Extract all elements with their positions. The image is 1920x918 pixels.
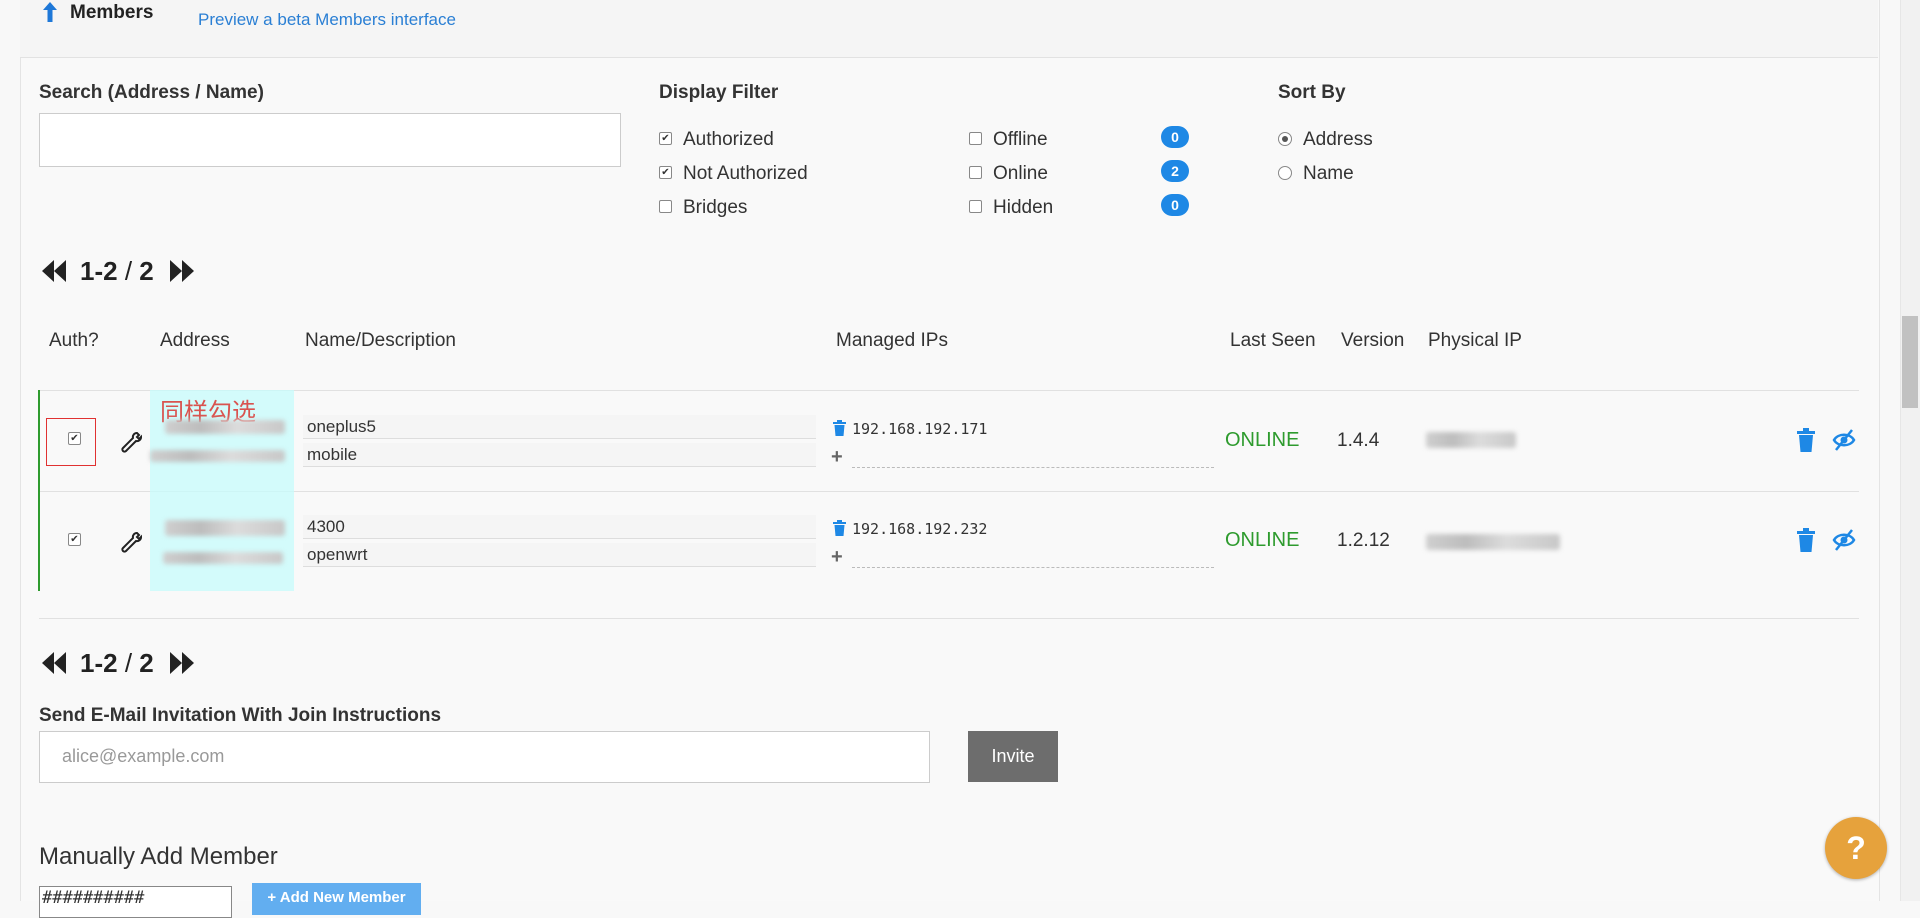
- address-redacted: [163, 552, 283, 564]
- managed-ip: 192.168.192.171: [852, 420, 988, 438]
- filter-hidden-checkbox[interactable]: [969, 200, 982, 213]
- trash-icon[interactable]: [833, 520, 846, 536]
- th-address: Address: [160, 330, 230, 351]
- filter-online-checkbox[interactable]: [969, 166, 982, 179]
- address-redacted: [165, 420, 285, 434]
- beta-interface-link[interactable]: Preview a beta Members interface: [198, 10, 456, 30]
- sort-name-label: Name: [1303, 163, 1354, 184]
- filter-online-label: Online: [993, 163, 1048, 184]
- table-divider: [39, 618, 1859, 619]
- add-ip-input[interactable]: [852, 443, 1214, 468]
- plus-icon[interactable]: +: [831, 546, 843, 569]
- pager-last-icon[interactable]: [168, 650, 196, 676]
- hidden-count-badge: 0: [1161, 194, 1189, 216]
- address-redacted: [150, 450, 285, 462]
- pager-range: 1-2: [80, 648, 118, 678]
- add-member-button[interactable]: + Add New Member: [252, 883, 421, 915]
- online-count-badge: 2: [1161, 160, 1189, 182]
- wrench-icon[interactable]: [118, 530, 142, 554]
- pager-total: 2: [139, 256, 154, 286]
- help-button[interactable]: ?: [1825, 817, 1887, 879]
- pager-range: 1-2: [80, 256, 118, 286]
- filter-bridges-checkbox[interactable]: [659, 200, 672, 213]
- hide-member-icon[interactable]: [1832, 428, 1856, 452]
- invite-email-input[interactable]: alice@example.com: [39, 731, 930, 783]
- member-auth-checkbox[interactable]: ✔: [68, 432, 81, 445]
- filter-not-authorized-label: Not Authorized: [683, 163, 808, 184]
- sort-address-radio[interactable]: [1278, 132, 1292, 146]
- display-filter-label: Display Filter: [659, 82, 779, 103]
- wrench-icon[interactable]: [118, 430, 142, 454]
- manual-add-title: Manually Add Member: [39, 843, 278, 870]
- filter-bridges-label: Bridges: [683, 197, 748, 218]
- scrollbar-track[interactable]: [1900, 0, 1920, 901]
- delete-member-icon[interactable]: [1797, 428, 1815, 452]
- arrow-up-icon[interactable]: [40, 0, 60, 24]
- table-divider: [39, 390, 1859, 391]
- th-auth: Auth?: [49, 330, 99, 351]
- member-version: 1.2.12: [1337, 530, 1390, 551]
- trash-icon[interactable]: [833, 420, 846, 436]
- th-managed-ips: Managed IPs: [836, 330, 948, 351]
- add-ip-input[interactable]: [852, 543, 1214, 568]
- member-version: 1.4.4: [1337, 430, 1380, 451]
- search-label: Search (Address / Name): [39, 82, 264, 103]
- filter-hidden-label: Hidden: [993, 197, 1054, 218]
- filter-offline-label: Offline: [993, 129, 1048, 150]
- invite-label: Send E-Mail Invitation With Join Instruc…: [39, 705, 442, 726]
- pager-separator: /: [124, 648, 133, 678]
- address-redacted: [165, 520, 285, 536]
- member-address-input[interactable]: ##########: [39, 886, 232, 918]
- physical-ip-redacted: [1426, 534, 1560, 550]
- invite-button[interactable]: Invite: [968, 731, 1058, 782]
- physical-ip-redacted: [1426, 432, 1516, 448]
- plus-icon[interactable]: +: [831, 446, 843, 469]
- managed-ip: 192.168.192.232: [852, 520, 988, 538]
- pager-separator: /: [124, 256, 133, 286]
- filter-authorized-label: Authorized: [683, 129, 774, 150]
- sort-by-label: Sort By: [1278, 82, 1346, 103]
- filter-not-authorized-checkbox[interactable]: ✔: [659, 166, 672, 179]
- invite-email-placeholder: alice@example.com: [62, 746, 225, 766]
- filter-offline-checkbox[interactable]: [969, 132, 982, 145]
- hide-member-icon[interactable]: [1832, 528, 1856, 552]
- th-physical-ip: Physical IP: [1428, 330, 1522, 351]
- pager-last-icon[interactable]: [168, 258, 196, 284]
- sort-name-radio[interactable]: [1278, 166, 1292, 180]
- pager-bottom: 1-2 / 2: [80, 648, 154, 679]
- scrollbar-thumb[interactable]: [1902, 316, 1918, 408]
- table-divider: [39, 491, 1859, 492]
- authorized-indicator: [38, 390, 40, 591]
- pager-first-icon[interactable]: [40, 258, 68, 284]
- member-auth-checkbox[interactable]: ✔: [68, 533, 81, 546]
- filter-authorized-checkbox[interactable]: ✔: [659, 132, 672, 145]
- sort-address-label: Address: [1303, 129, 1373, 150]
- th-version: Version: [1341, 330, 1405, 351]
- member-name-field[interactable]: oneplus5: [303, 415, 816, 439]
- last-seen-status: ONLINE: [1225, 529, 1300, 551]
- member-description-field[interactable]: mobile: [303, 443, 816, 467]
- pager-total: 2: [139, 648, 154, 678]
- pager-top: 1-2 / 2: [80, 256, 154, 287]
- member-description-field[interactable]: openwrt: [303, 543, 816, 567]
- member-name-field[interactable]: 4300: [303, 515, 816, 539]
- th-last-seen: Last Seen: [1230, 330, 1316, 351]
- member-address-value: ##########: [42, 888, 145, 908]
- last-seen-status: ONLINE: [1225, 429, 1300, 451]
- search-input[interactable]: [39, 113, 621, 167]
- offline-count-badge: 0: [1161, 126, 1189, 148]
- th-name: Name/Description: [305, 330, 456, 351]
- delete-member-icon[interactable]: [1797, 528, 1815, 552]
- page-title: Members: [70, 2, 154, 23]
- pager-first-icon[interactable]: [40, 650, 68, 676]
